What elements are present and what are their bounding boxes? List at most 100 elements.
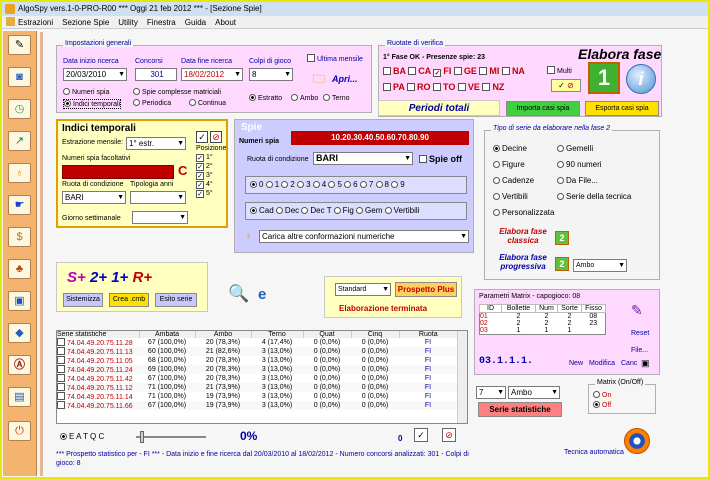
serie-decine-radio[interactable]: Decine	[493, 141, 554, 157]
file-button[interactable]: File...	[631, 347, 648, 354]
table-row[interactable]: 74.04.49.20.75.11.24 69 (100,0%) 20 (78,3%…	[57, 365, 457, 374]
colpi-select[interactable]: 8	[249, 68, 293, 81]
bulb-icon[interactable]: ♁	[8, 163, 31, 183]
table-row[interactable]: 74.04.49.20.75.11.05 68 (100,0%) 20 (78,3%…	[57, 356, 457, 365]
pos-2-check[interactable]: ✓ 2°	[196, 162, 213, 171]
menu-about[interactable]: About	[215, 18, 236, 27]
serie-tecnica-radio[interactable]: Serie della tecnica	[557, 189, 631, 205]
fase-classica-button[interactable]: 2	[555, 231, 569, 245]
serie-cadenze-radio[interactable]: Cadenze	[493, 173, 554, 189]
stats-scrollbar[interactable]	[457, 331, 467, 423]
mode-fig-radio[interactable]: Fig	[333, 206, 354, 215]
spie-off-check[interactable]: Spie off	[419, 154, 462, 164]
menu-guida[interactable]: Guida	[185, 18, 206, 27]
tree-icon[interactable]: ♣	[8, 259, 31, 279]
mode-dect-radio[interactable]: Dec T	[301, 206, 331, 215]
digit-8-radio[interactable]: 8	[375, 180, 389, 189]
cancel-icon[interactable]: ⊘	[210, 131, 222, 143]
ruota-check-ro[interactable]: RO	[407, 82, 431, 92]
confirm-check[interactable]: ✓	[196, 131, 208, 143]
pos-4-check[interactable]: ✓ 4°	[196, 180, 213, 189]
estrazione-select[interactable]: 1° estr.	[126, 137, 186, 150]
mode-vertibili-radio[interactable]: Vertibili	[384, 206, 419, 215]
ruota-check-mi[interactable]: MI	[479, 66, 499, 76]
ruota-condizione-select[interactable]: BARI	[62, 191, 126, 204]
row-checkbox[interactable]	[57, 374, 65, 382]
diamond-icon[interactable]: ◆	[8, 323, 31, 343]
disk-icon[interactable]: ◙	[8, 67, 31, 87]
digit-0-radio[interactable]: 0	[250, 180, 263, 189]
ruota-check-ge[interactable]: GE	[453, 66, 477, 76]
ruota-check-ca[interactable]: CA	[408, 66, 431, 76]
dollar-icon[interactable]: $	[8, 227, 31, 247]
table-row[interactable]: 74.04.49.20.75.11.12 71 (100,0%) 21 (73,9%…	[57, 383, 457, 392]
row-checkbox[interactable]	[57, 356, 65, 364]
digit-4-radio[interactable]: 4	[312, 180, 326, 189]
book-icon[interactable]: ▤	[8, 387, 31, 407]
menu-sezione-spie[interactable]: Sezione Spie	[62, 18, 109, 27]
footer-check-button[interactable]: ✓	[414, 428, 428, 442]
spie-ruota-select[interactable]: BARI	[313, 152, 413, 165]
table-row[interactable]: 74.04.49.20.75.11.42 67 (100,0%) 20 (78,3%…	[57, 374, 457, 383]
folder-icon[interactable]: 🗀	[313, 70, 325, 91]
matrix-off-radio[interactable]: Off	[593, 401, 611, 409]
ruota-check-ve[interactable]: VE	[457, 82, 480, 92]
periodi-totali-button[interactable]: Periodi totali	[378, 100, 500, 116]
row-checkbox[interactable]	[57, 392, 65, 400]
start-date-field[interactable]: 20/03/2010	[63, 68, 127, 81]
ruota-check-nz[interactable]: NZ	[482, 82, 504, 92]
serie-personalizzata-radio[interactable]: Personalizzata	[493, 205, 554, 221]
progressiva-select[interactable]: Ambo	[573, 259, 627, 272]
row-checkbox[interactable]	[57, 347, 65, 355]
indici-temporali-radio[interactable]: Indici temporali	[63, 99, 122, 109]
sorte-select[interactable]: Ambo	[508, 386, 560, 399]
ambo-radio[interactable]: Ambo	[291, 94, 318, 102]
periodica-radio[interactable]: Periodica	[133, 99, 171, 107]
fase-progressiva-button[interactable]: 2	[555, 257, 569, 271]
mode-dec-radio[interactable]: Dec	[275, 206, 299, 215]
table-row[interactable]: 74.04.49.20.75.11.13 60 (100,0%) 21 (82,6%…	[57, 347, 457, 356]
row-checkbox[interactable]	[57, 401, 65, 409]
save-icon[interactable]: ▣	[641, 358, 650, 369]
power-icon[interactable]: ⏻	[8, 421, 31, 441]
digit-2-radio[interactable]: 2	[281, 180, 295, 189]
mode-cad-radio[interactable]: Cad	[250, 206, 274, 215]
matrix-row[interactable]: 02 2 2 2 23	[480, 320, 606, 327]
internet-explorer-icon[interactable]: e	[258, 286, 266, 303]
ruota-check-ba[interactable]: BA	[383, 66, 406, 76]
progress-slider-thumb[interactable]	[140, 431, 144, 443]
ruota-check-to[interactable]: TO	[433, 82, 455, 92]
carica-select[interactable]: Carica altre conformazioni numeriche	[259, 230, 469, 243]
sistemizza-button[interactable]: Sistemizza	[63, 293, 103, 307]
clock-icon[interactable]: ◷	[8, 99, 31, 119]
numeri-spia-field[interactable]: 10.20.30.40.50.60.70.80.90	[291, 131, 469, 145]
esito-serie-button[interactable]: Esito serie	[155, 293, 197, 307]
target-icon[interactable]	[624, 428, 650, 454]
standard-select[interactable]: Standard	[335, 283, 391, 296]
apri-button[interactable]: Apri...	[332, 74, 358, 84]
row-checkbox[interactable]	[57, 383, 65, 391]
digit-5-radio[interactable]: 5	[328, 180, 342, 189]
continua-radio[interactable]: Continua	[189, 99, 226, 107]
row-checkbox[interactable]	[57, 365, 65, 373]
concorsi-field[interactable]: 301	[135, 68, 177, 81]
matrix-on-radio[interactable]: On	[593, 391, 611, 399]
numeri-spia-radio[interactable]: Numeri spia	[63, 88, 109, 96]
footer-cancel-button[interactable]: ⊘	[442, 428, 456, 442]
serie-statistiche-button[interactable]: Serie statistiche	[478, 402, 562, 417]
table-row[interactable]: 74.04.49.20.75.11.28 67 (100,0%) 20 (78,3%…	[57, 338, 457, 347]
table-row[interactable]: 74.04.49.20.75.11.14 71 (100,0%) 19 (73,9%…	[57, 392, 457, 401]
giorno-select[interactable]	[132, 211, 188, 224]
table-row[interactable]: 74.04.49.20.75.11.66 67 (100,0%) 19 (73,9%…	[57, 401, 457, 410]
ruota-check-fi[interactable]: ✓ FI	[433, 66, 451, 77]
numeri-facoltativi-field[interactable]	[62, 165, 174, 179]
info-icon[interactable]: i	[626, 64, 656, 94]
row-checkbox[interactable]	[57, 338, 65, 346]
count-select[interactable]: 7	[476, 386, 506, 399]
serie-vertibili-radio[interactable]: Vertibili	[493, 189, 554, 205]
chart-icon[interactable]: ↗	[8, 131, 31, 151]
end-date-field[interactable]: 18/02/2012	[181, 68, 243, 81]
pos-1-check[interactable]: ✓ 1°	[196, 153, 213, 162]
spie-complesse-radio[interactable]: Spie complesse matriciali	[133, 88, 221, 96]
matrix-row[interactable]: 03 1 1 1	[480, 327, 606, 335]
